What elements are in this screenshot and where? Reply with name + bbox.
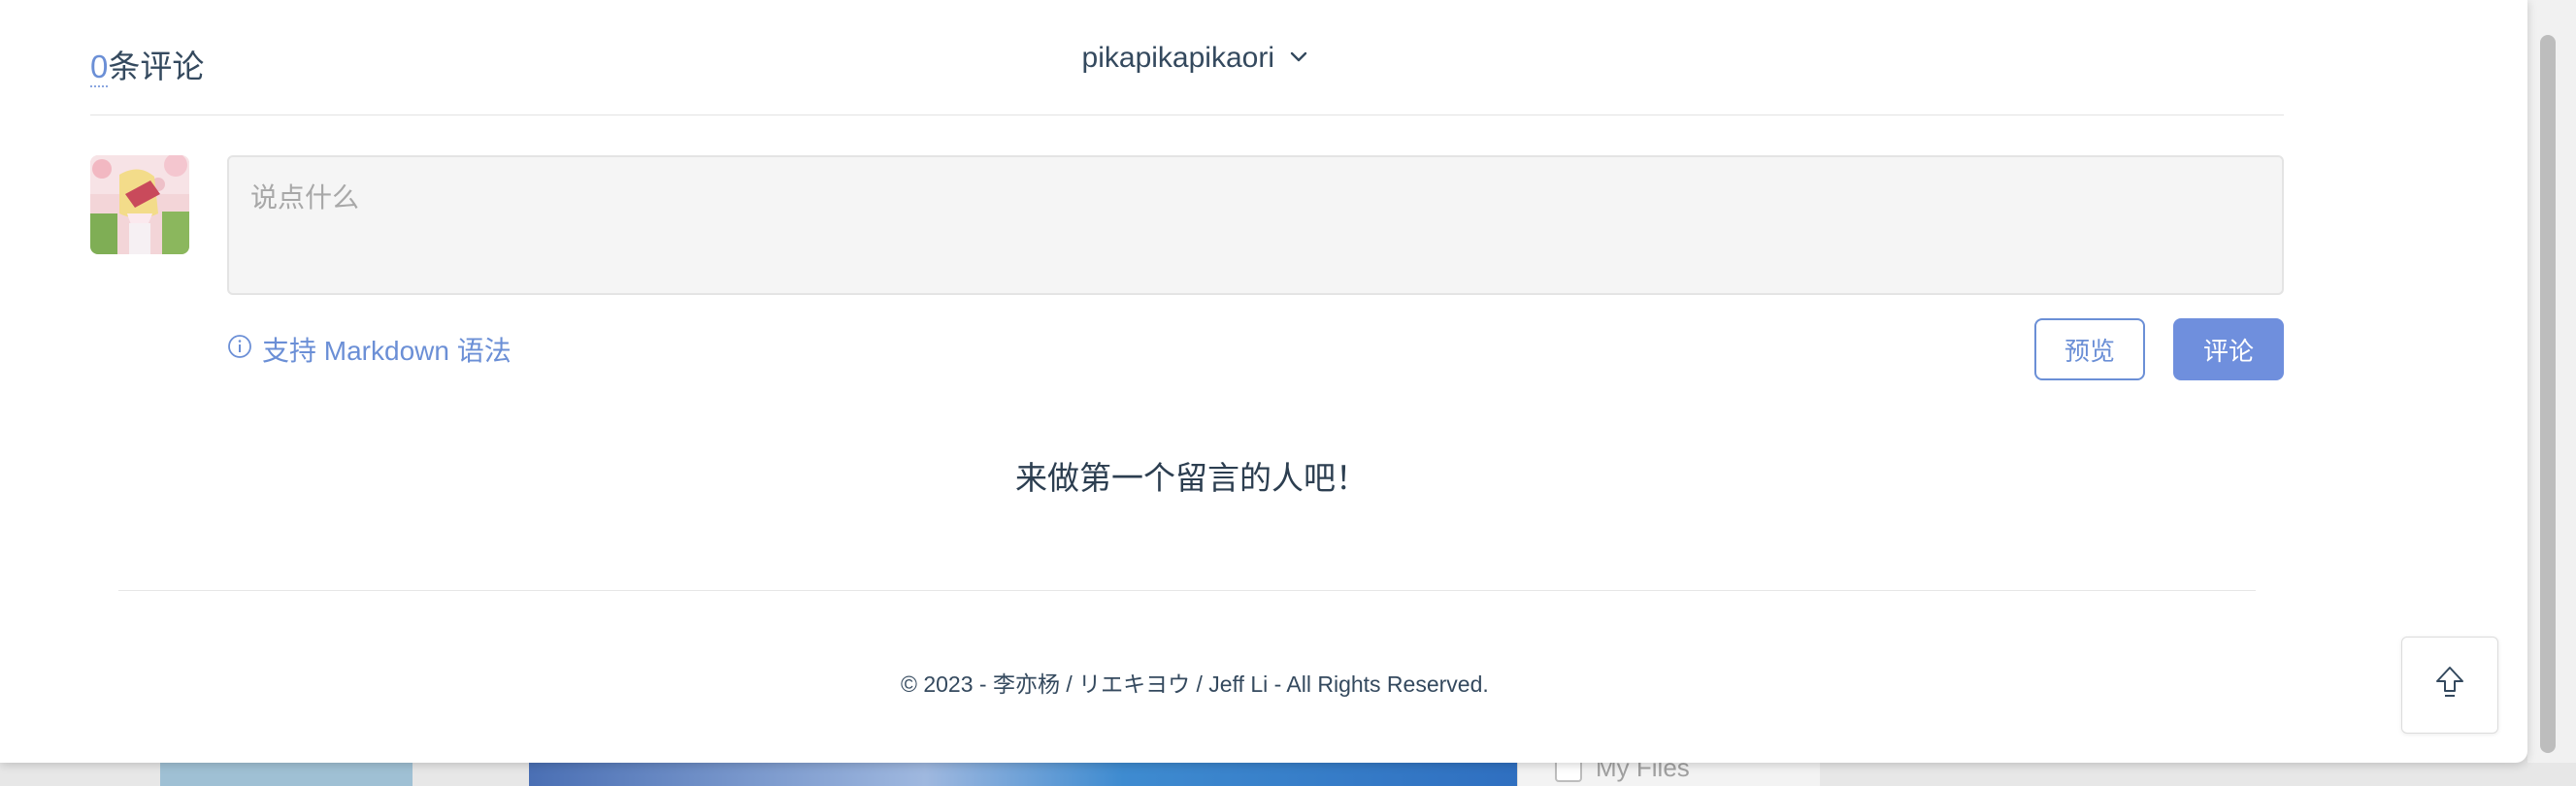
preview-button[interactable]: 预览	[2034, 318, 2145, 380]
comment-count: 0条评论	[90, 41, 204, 87]
markdown-hint-link[interactable]: 支持 Markdown 语法	[227, 330, 512, 369]
background-illustration	[160, 759, 413, 786]
arrow-up-icon	[2433, 665, 2466, 706]
info-icon	[227, 334, 252, 366]
scrollbar-thumb[interactable]	[2540, 35, 2556, 753]
submit-comment-button[interactable]: 评论	[2173, 318, 2284, 380]
username[interactable]: pikapikapikaori	[1082, 42, 1274, 75]
comment-input[interactable]	[227, 155, 2284, 295]
empty-comments-message: 来做第一个留言的人吧！	[1015, 460, 1368, 496]
background-illustration	[529, 759, 1519, 786]
back-to-top-button[interactable]	[2401, 637, 2498, 734]
markdown-hint-label[interactable]: 支持 Markdown 语法	[262, 330, 512, 369]
chevron-down-icon[interactable]	[1288, 42, 1309, 75]
user-menu[interactable]: pikapikapikaori	[1082, 42, 1309, 75]
comment-panel: 0条评论 pikapikapikaori 支持 Markdown 语法	[0, 0, 2527, 763]
avatar	[90, 155, 189, 254]
footer-divider	[118, 590, 2256, 591]
comment-count-label: 条评论	[108, 49, 205, 84]
copyright-text: © 2023 - 李亦杨 / リエキヨウ / Jeff Li - All Rig…	[901, 671, 1489, 697]
comment-count-number[interactable]: 0	[90, 49, 109, 87]
